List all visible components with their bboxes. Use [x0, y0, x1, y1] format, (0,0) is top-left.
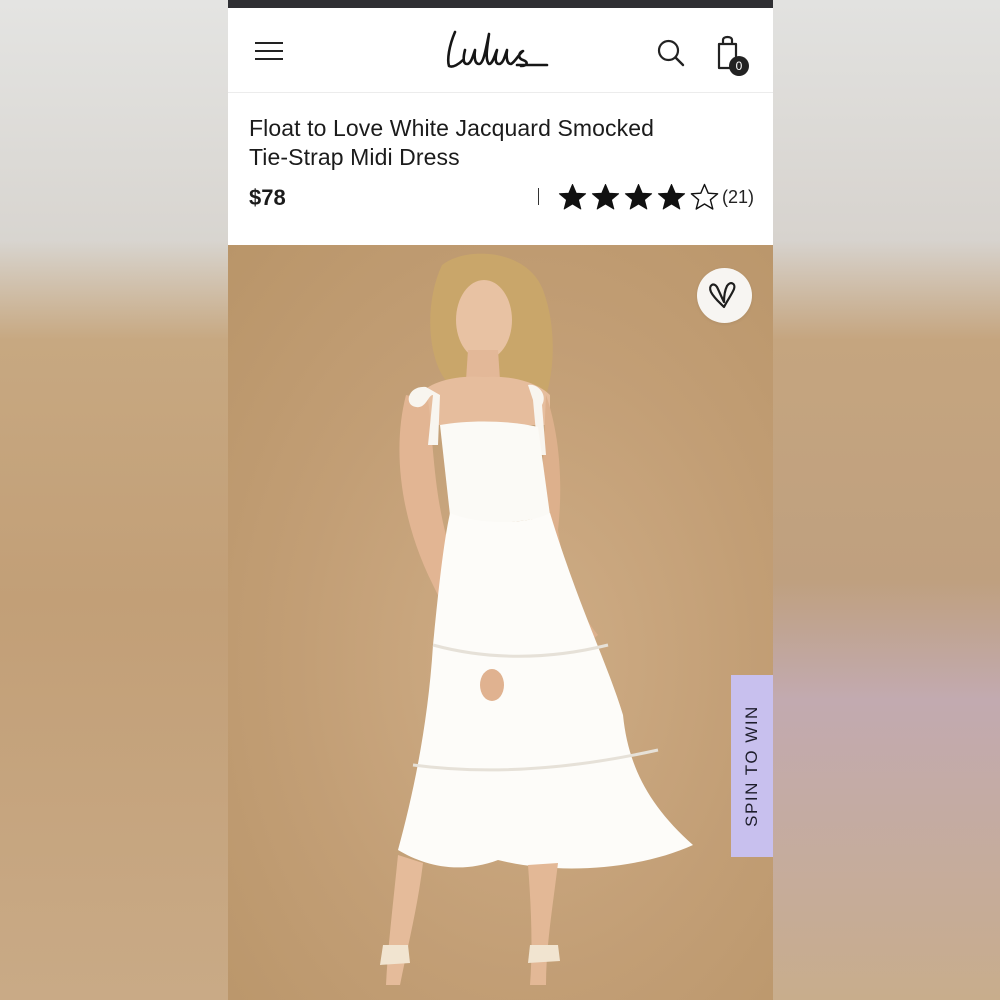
- star-empty-icon: [690, 183, 719, 210]
- product-title-line-2: Tie-Strap Midi Dress: [249, 144, 460, 170]
- spin-to-win-tab[interactable]: SPIN TO WIN: [731, 675, 773, 857]
- price-rating-divider: [538, 188, 539, 205]
- product-price: $78: [249, 185, 286, 210]
- brand-logo[interactable]: [443, 24, 558, 76]
- spin-to-win-label: SPIN TO WIN: [742, 705, 761, 827]
- product-image[interactable]: SPIN TO WIN: [228, 245, 773, 1000]
- background-blur-right: [773, 0, 1000, 1000]
- site-header: 0: [228, 8, 773, 93]
- search-icon[interactable]: [656, 38, 686, 68]
- review-count[interactable]: (21): [722, 187, 754, 208]
- model-photo: [380, 253, 693, 985]
- background-blur-left: [0, 0, 228, 1000]
- mobile-screen: 0 Float to Love White Jacquard Smocked T…: [228, 0, 773, 1000]
- star-filled-icon: [591, 184, 620, 210]
- product-title: Float to Love White Jacquard Smocked Tie…: [249, 114, 749, 172]
- menu-icon[interactable]: [255, 40, 283, 62]
- star-filled-icon: [657, 184, 686, 210]
- star-rating[interactable]: [558, 183, 719, 211]
- star-filled-icon: [558, 184, 587, 210]
- star-filled-icon: [624, 184, 653, 210]
- wishlist-button[interactable]: [697, 268, 752, 323]
- status-bar: [228, 0, 773, 8]
- heart-icon: [709, 282, 736, 309]
- product-title-line-1: Float to Love White Jacquard Smocked: [249, 115, 655, 141]
- cart-count-badge: 0: [729, 56, 749, 76]
